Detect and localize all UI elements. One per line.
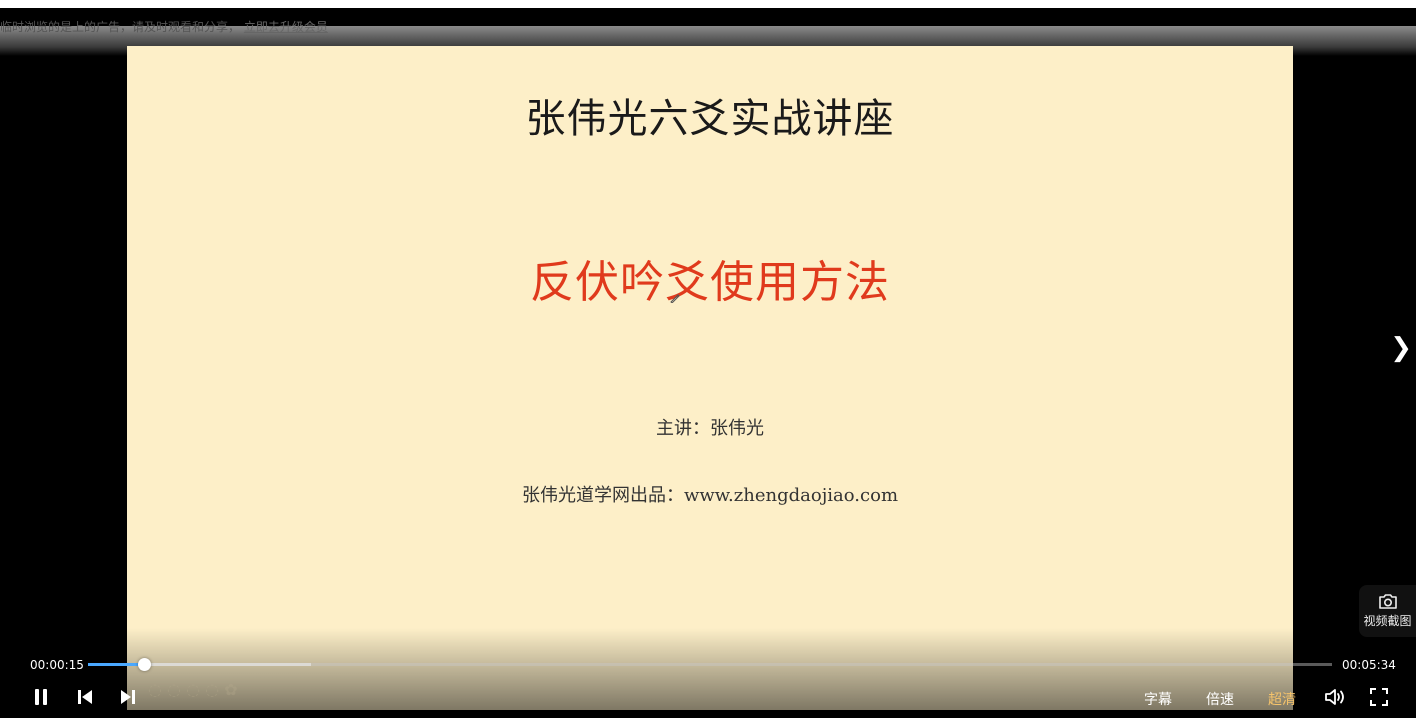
speed-button[interactable]: 倍速 xyxy=(1206,689,1234,709)
next-icon[interactable] xyxy=(119,687,137,707)
previous-icon[interactable] xyxy=(76,687,94,707)
notice-bar: 临时浏览的是上的广告，请及时观看和分享， 立即去升级会员 xyxy=(0,20,328,34)
pen-cursor-icon xyxy=(670,294,680,303)
volume-icon[interactable] xyxy=(1324,687,1346,707)
progress-handle[interactable] xyxy=(137,658,151,671)
slide-presenter: 主讲：张伟光 xyxy=(656,418,764,439)
controls-gradient xyxy=(0,628,1416,718)
top-bar xyxy=(0,0,1416,8)
screenshot-label: 视频截图 xyxy=(1363,614,1412,628)
chevron-right-icon[interactable]: ❯ xyxy=(1390,333,1412,363)
quality-button[interactable]: 超清 xyxy=(1268,689,1296,709)
slide-source: 张伟光道学网出品：www.zhengdaojiao.com xyxy=(521,485,899,506)
total-time: 00:05:34 xyxy=(1342,658,1396,672)
slide-title: 张伟光六爻实战讲座 xyxy=(525,96,895,142)
notice-text: 临时浏览的是上的广告，请及时观看和分享， xyxy=(0,20,241,34)
video-frame-slide: 张伟光六爻实战讲座 反伏吟爻使用方法 主讲：张伟光 张伟光道学网出品：www.z… xyxy=(127,46,1293,710)
fullscreen-icon[interactable] xyxy=(1369,687,1389,707)
current-time: 00:00:15 xyxy=(30,658,84,672)
progress-bar[interactable] xyxy=(88,658,1332,671)
notice-link[interactable]: 立即去升级会员 xyxy=(244,20,328,34)
camera-icon xyxy=(1378,594,1397,609)
played-bar xyxy=(88,663,144,666)
watermark-logo: ◌ ◌ ◌ ◌ ✿ xyxy=(148,680,238,699)
video-screenshot-button[interactable]: 视频截图 xyxy=(1359,585,1416,637)
pause-icon[interactable] xyxy=(32,687,50,707)
subtitle-button[interactable]: 字幕 xyxy=(1144,689,1172,709)
video-player[interactable]: 临时浏览的是上的广告，请及时观看和分享， 立即去升级会员 张伟光六爻实战讲座 反… xyxy=(0,8,1416,718)
slide-subtitle: 反伏吟爻使用方法 xyxy=(530,257,890,308)
